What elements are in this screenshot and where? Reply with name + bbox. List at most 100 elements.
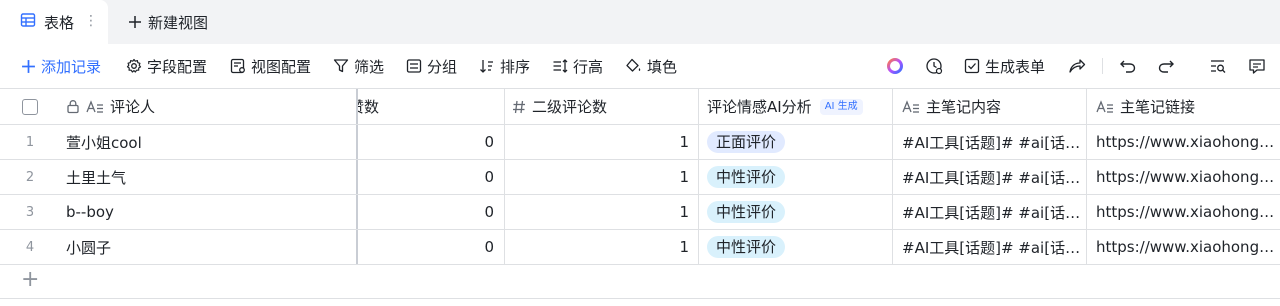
- sentiment-tag: 中性评价: [707, 166, 786, 188]
- note-link-cell[interactable]: https://www.xiaohongs…: [1087, 160, 1280, 194]
- note-link-text: https://www.xiaohongs…: [1096, 168, 1276, 186]
- note-content-text: #AI工具[话题]# #ai[话…: [902, 238, 1081, 257]
- data-grid: 评论人 赞数 二级评论数 评论情感AI分析 AI 生成 主笔记内容 主笔记链接: [0, 88, 1280, 306]
- note-content-text: #AI工具[话题]# #ai[话…: [902, 133, 1081, 152]
- toolbar-divider: [1102, 58, 1103, 74]
- note-content-text: #AI工具[话题]# #ai[话…: [902, 168, 1081, 187]
- likes-cell[interactable]: 0: [358, 195, 505, 229]
- filter-button[interactable]: 筛选: [333, 44, 384, 88]
- comment-icon[interactable]: [1246, 55, 1268, 77]
- table-row[interactable]: 1 萱小姐cool 0 1 正面评价 #AI工具[话题]# #ai[话… htt…: [0, 125, 1280, 160]
- column-header-sentiment-label: 评论情感AI分析: [707, 98, 812, 116]
- sentiment-cell[interactable]: 正面评价: [699, 125, 893, 159]
- group-label: 分组: [427, 57, 458, 76]
- note-link-cell[interactable]: https://www.xiaohongs…: [1087, 195, 1280, 229]
- automation-clock-icon[interactable]: [923, 55, 945, 77]
- row-index: 1: [25, 134, 35, 150]
- plus-icon: [128, 12, 142, 32]
- table-row[interactable]: 4 小圆子 0 1 中性评价 #AI工具[话题]# #ai[话… https:/…: [0, 230, 1280, 265]
- tab-table-label: 表格: [44, 13, 75, 32]
- sentiment-cell[interactable]: 中性评价: [699, 160, 893, 194]
- form-check-icon: [964, 58, 980, 74]
- column-header-note-link[interactable]: 主笔记链接: [1087, 89, 1280, 124]
- redo-icon[interactable]: [1155, 55, 1177, 77]
- table-row[interactable]: 2 土里土气 0 1 中性评价 #AI工具[话题]# #ai[话… https:…: [0, 160, 1280, 195]
- gear-icon: [126, 58, 142, 73]
- column-header-note-content[interactable]: 主笔记内容: [893, 89, 1087, 124]
- group-icon: [406, 59, 422, 73]
- sentiment-tag: 中性评价: [707, 201, 786, 223]
- field-config-button[interactable]: 字段配置: [126, 44, 207, 88]
- second-comments-cell[interactable]: 1: [505, 195, 699, 229]
- group-button[interactable]: 分组: [406, 44, 457, 88]
- new-view-button[interactable]: 新建视图: [128, 0, 208, 44]
- search-list-icon[interactable]: [1207, 55, 1229, 77]
- new-view-label: 新建视图: [148, 13, 209, 32]
- row-height-label: 行高: [573, 57, 604, 76]
- sort-icon: [480, 60, 493, 73]
- fill-color-label: 填色: [647, 57, 678, 76]
- generate-form-label: 生成表单: [985, 57, 1046, 76]
- note-link-text: https://www.xiaohongs…: [1096, 238, 1276, 256]
- header-row: 评论人 赞数 二级评论数 评论情感AI分析 AI 生成 主笔记内容 主笔记链接: [0, 88, 1280, 125]
- column-header-reviewer-label: 评论人: [110, 98, 156, 116]
- add-row-plus-icon[interactable]: +: [21, 269, 41, 291]
- ai-assistant-icon[interactable]: [884, 55, 906, 77]
- text-field-icon: [1096, 99, 1114, 114]
- sort-button[interactable]: 排序: [479, 44, 530, 88]
- note-link-cell[interactable]: https://www.xiaohongs…: [1087, 230, 1280, 264]
- field-config-label: 字段配置: [147, 57, 208, 76]
- view-config-label: 视图配置: [251, 57, 312, 76]
- note-link-cell[interactable]: https://www.xiaohongs…: [1087, 125, 1280, 159]
- view-tab-bar: 表格 ⋮ 新建视图: [0, 0, 1280, 44]
- reviewer-cell[interactable]: b--boy: [60, 195, 358, 229]
- column-header-note-content-label: 主笔记内容: [926, 98, 1002, 116]
- generate-form-button[interactable]: 生成表单: [964, 44, 1045, 88]
- add-record-button[interactable]: 添加记录: [21, 44, 101, 88]
- column-header-note-link-label: 主笔记链接: [1120, 98, 1196, 116]
- toolbar: 添加记录 字段配置 视图配置 筛选 分组 排序 行高 填色 生成表单: [0, 44, 1280, 88]
- note-content-cell[interactable]: #AI工具[话题]# #ai[话…: [893, 195, 1087, 229]
- share-icon[interactable]: [1066, 55, 1088, 77]
- fill-color-button[interactable]: 填色: [625, 44, 677, 88]
- column-header-second-comments[interactable]: 二级评论数: [505, 89, 699, 124]
- ai-generated-badge: AI 生成: [819, 98, 863, 115]
- text-field-icon: [902, 99, 920, 114]
- sentiment-tag: 中性评价: [707, 236, 786, 258]
- paint-bucket-icon: [626, 58, 641, 72]
- row-height-button[interactable]: 行高: [552, 44, 603, 88]
- second-comments-cell[interactable]: 1: [505, 230, 699, 264]
- select-all-cell[interactable]: [0, 89, 60, 124]
- note-content-cell[interactable]: #AI工具[话题]# #ai[话…: [893, 160, 1087, 194]
- tab-table-view[interactable]: 表格 ⋮: [0, 0, 108, 44]
- note-link-text: https://www.xiaohongs…: [1096, 133, 1276, 151]
- sort-label: 排序: [500, 57, 531, 76]
- lock-icon: [66, 99, 80, 114]
- reviewer-cell[interactable]: 土里土气: [60, 160, 358, 194]
- table-row[interactable]: 3 b--boy 0 1 中性评价 #AI工具[话题]# #ai[话… http…: [0, 195, 1280, 230]
- select-all-checkbox[interactable]: [22, 98, 38, 115]
- add-record-label: 添加记录: [41, 57, 102, 76]
- text-field-icon: [86, 99, 104, 114]
- sentiment-cell[interactable]: 中性评价: [699, 230, 893, 264]
- note-content-cell[interactable]: #AI工具[话题]# #ai[话…: [893, 125, 1087, 159]
- sentiment-cell[interactable]: 中性评价: [699, 195, 893, 229]
- sentiment-tag: 正面评价: [707, 131, 786, 153]
- column-header-likes[interactable]: 赞数: [358, 89, 505, 124]
- second-comments-cell[interactable]: 1: [505, 160, 699, 194]
- second-comments-cell[interactable]: 1: [505, 125, 699, 159]
- row-height-icon: [553, 59, 568, 73]
- add-row-bar[interactable]: +: [0, 263, 1280, 299]
- likes-cell[interactable]: 0: [358, 125, 505, 159]
- column-header-reviewer[interactable]: 评论人: [60, 89, 358, 124]
- reviewer-cell[interactable]: 小圆子: [60, 230, 358, 264]
- undo-icon[interactable]: [1117, 55, 1139, 77]
- likes-cell[interactable]: 0: [358, 230, 505, 264]
- note-content-cell[interactable]: #AI工具[话题]# #ai[话…: [893, 230, 1087, 264]
- row-index: 3: [25, 204, 35, 220]
- likes-cell[interactable]: 0: [358, 160, 505, 194]
- column-header-sentiment[interactable]: 评论情感AI分析 AI 生成: [699, 89, 893, 124]
- view-config-button[interactable]: 视图配置: [230, 44, 311, 88]
- reviewer-cell[interactable]: 萱小姐cool: [60, 125, 358, 159]
- more-vertical-icon[interactable]: ⋮: [84, 11, 98, 31]
